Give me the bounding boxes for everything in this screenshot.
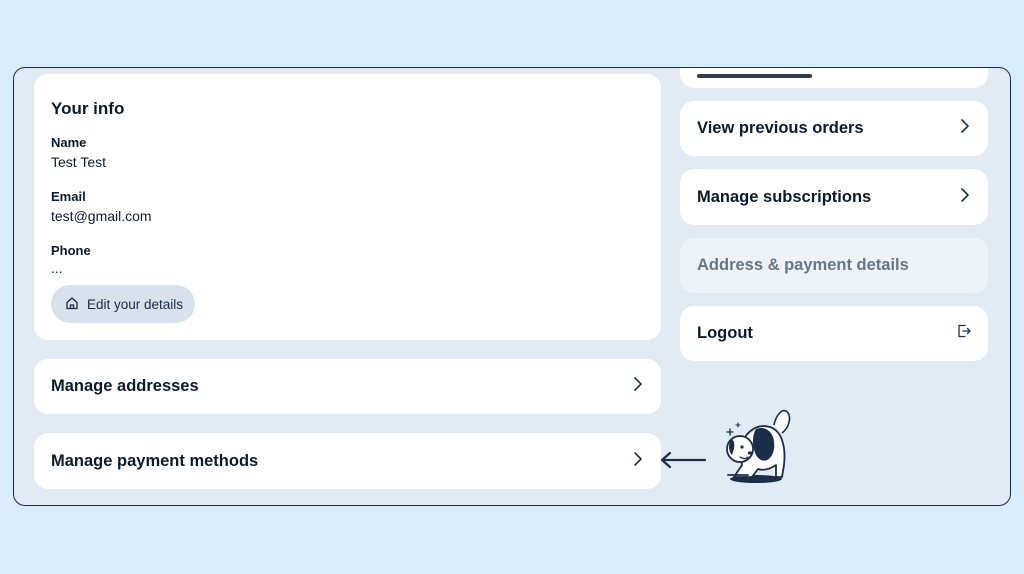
- view-previous-orders-row[interactable]: View previous orders: [680, 101, 988, 156]
- logout-icon: [956, 323, 972, 344]
- partial-text: [697, 72, 817, 78]
- logout-label: Logout: [697, 324, 753, 342]
- manage-subscriptions-row[interactable]: Manage subscriptions: [680, 169, 988, 225]
- logout-row[interactable]: Logout: [680, 306, 988, 361]
- chevron-right-icon: [631, 376, 645, 397]
- home-icon: [65, 296, 79, 313]
- manage-addresses-label: Manage addresses: [51, 377, 199, 395]
- menu-card-partial[interactable]: [680, 68, 988, 88]
- manage-payment-methods-label: Manage payment methods: [51, 451, 259, 470]
- manage-subscriptions-label: Manage subscriptions: [697, 187, 872, 206]
- arrow-left-icon: [660, 451, 707, 469]
- manage-addresses-row[interactable]: Manage addresses: [34, 359, 661, 414]
- address-payment-details-label: Address & payment details: [697, 256, 909, 274]
- edit-details-label: Edit your details: [87, 296, 184, 312]
- edit-details-button[interactable]: Edit your details: [51, 285, 196, 323]
- phone-label: Phone: [51, 243, 91, 258]
- your-info-card: Your info Name Test Test Email test@gmai…: [34, 74, 661, 340]
- dog-illustration: [726, 409, 791, 483]
- phone-value: ...: [51, 260, 63, 276]
- email-label: Email: [51, 189, 86, 204]
- view-previous-orders-label: View previous orders: [697, 119, 864, 137]
- your-info-title: Your info: [51, 99, 125, 118]
- chevron-right-icon: [958, 118, 972, 139]
- name-label: Name: [51, 135, 87, 150]
- chevron-right-icon: [631, 451, 645, 472]
- email-value: test@gmail.com: [51, 208, 152, 224]
- chevron-right-icon: [958, 187, 972, 208]
- account-panel: Your info Name Test Test Email test@gmai…: [13, 67, 1011, 506]
- address-payment-details-row[interactable]: Address & payment details: [680, 238, 988, 293]
- manage-payment-methods-row[interactable]: Manage payment methods: [34, 433, 661, 489]
- name-value: Test Test: [51, 154, 106, 170]
